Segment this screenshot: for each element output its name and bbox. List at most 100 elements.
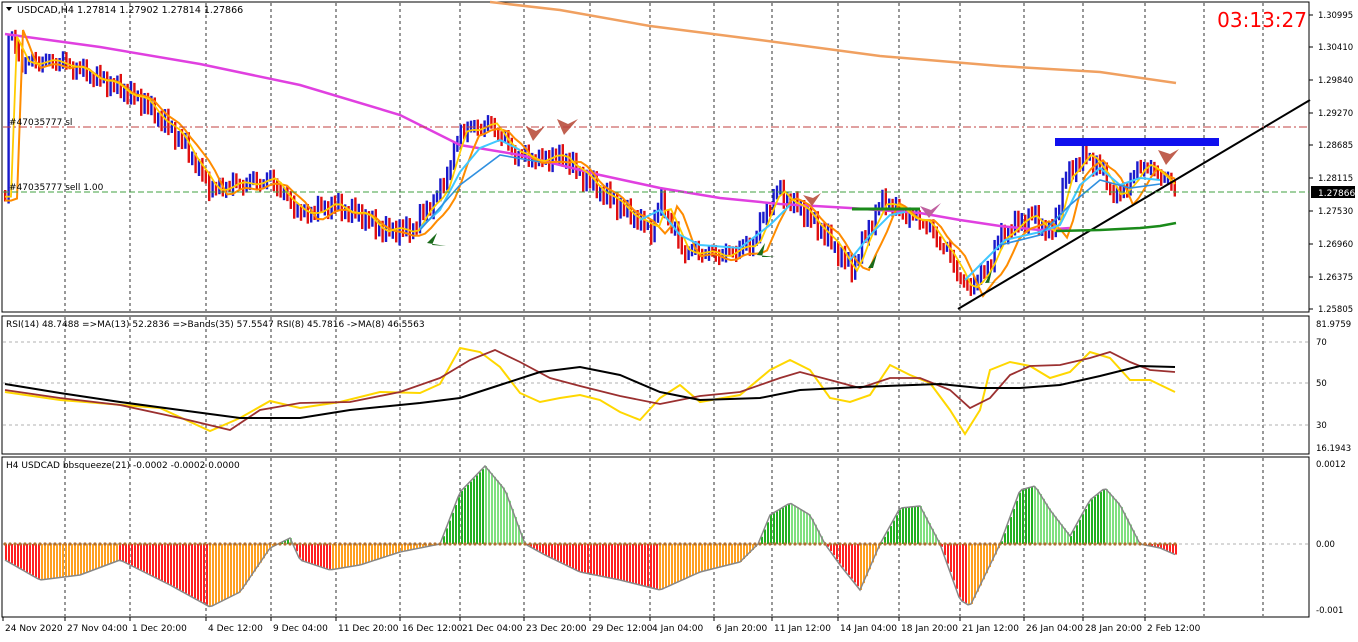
- rsi-pane[interactable]: [1, 315, 1310, 455]
- squeeze-bar: [680, 544, 682, 581]
- squeeze-bar: [632, 544, 634, 583]
- squeeze-dot: [578, 542, 582, 546]
- time-label: 21 Jan 12:00: [962, 624, 1019, 634]
- squeeze-bar: [845, 544, 847, 572]
- time-label: 16 Dec 12:00: [402, 624, 463, 634]
- time-axis[interactable]: 24 Nov 2020 27 Nov 04:00 1 Dec 20:00 4 Dec …: [2, 617, 1201, 634]
- squeeze-dot: [513, 542, 517, 546]
- squeeze-axis-label: 0.0012: [1316, 460, 1346, 470]
- squeeze-dot: [58, 542, 62, 546]
- squeeze-bar: [677, 544, 679, 583]
- squeeze-bar: [1115, 499, 1117, 544]
- time-label: 11 Dec 20:00: [338, 624, 399, 634]
- squeeze-dot: [263, 542, 267, 546]
- price-bar: [446, 166, 449, 191]
- price-bar: [962, 274, 966, 288]
- squeeze-dot: [188, 542, 192, 546]
- squeeze-dot: [713, 542, 717, 546]
- squeeze-dot: [98, 542, 102, 546]
- squeeze-bar: [326, 544, 328, 569]
- price-bar: [177, 130, 180, 147]
- squeeze-bar: [542, 544, 544, 554]
- squeeze-dot: [93, 542, 97, 546]
- squeeze-bar: [860, 544, 862, 590]
- squeeze-dot: [468, 542, 472, 546]
- price-bar: [680, 236, 683, 255]
- squeeze-dot: [988, 542, 992, 546]
- squeeze-dot: [138, 542, 142, 546]
- squeeze-bar: [644, 544, 646, 586]
- squeeze-dot: [153, 542, 157, 546]
- price-axis[interactable]: 1.30995 1.30410 1.29840 1.29270 1.28685 1.281…: [1309, 11, 1353, 616]
- price-label: 1.25805: [1318, 305, 1353, 315]
- squeeze-dot: [853, 542, 857, 546]
- squeeze-dot: [973, 542, 977, 546]
- squeeze-dot: [363, 542, 367, 546]
- squeeze-bar: [53, 544, 55, 579]
- squeeze-bar: [857, 544, 859, 587]
- squeeze-bar: [890, 526, 892, 544]
- price-bar: [1068, 161, 1071, 184]
- squeeze-dot: [463, 542, 467, 546]
- price-bar: [320, 196, 323, 212]
- price-bar: [925, 219, 928, 235]
- squeeze-dot: [293, 542, 297, 546]
- squeeze-dot: [1128, 542, 1132, 546]
- time-label: 18 Jan 20:00: [901, 624, 958, 634]
- terminal-window: #47035777 sl #47035777 sell 1.00 USDCAD,…: [0, 0, 1358, 638]
- squeeze-bar: [11, 544, 13, 564]
- squeeze-dot: [968, 542, 972, 546]
- price-bar: [1058, 204, 1061, 221]
- squeeze-bar: [362, 544, 364, 565]
- squeeze-dot: [453, 542, 457, 546]
- squeeze-bar: [971, 544, 973, 604]
- time-label: 21 Dec 04:00: [462, 624, 523, 634]
- squeeze-dot: [183, 542, 187, 546]
- squeeze-bar: [803, 510, 805, 544]
- squeeze-dot: [613, 542, 617, 546]
- squeeze-bar: [962, 544, 964, 602]
- squeeze-dot: [1108, 542, 1112, 546]
- squeeze-bar: [41, 544, 43, 580]
- squeeze-bar: [248, 544, 250, 581]
- price-bar: [1007, 225, 1010, 245]
- price-bar: [272, 169, 275, 192]
- squeeze-dot: [1173, 542, 1177, 546]
- squeeze-bar: [179, 544, 181, 590]
- squeeze-bar: [1034, 486, 1036, 544]
- chart-canvas[interactable]: #47035777 sl #47035777 sell 1.00 USDCAD,…: [0, 0, 1358, 638]
- squeeze-dot: [1123, 542, 1127, 546]
- squeeze-dot: [178, 542, 182, 546]
- squeeze-bar: [173, 544, 175, 587]
- squeeze-bar: [1166, 544, 1168, 551]
- time-label: 9 Dec 04:00: [273, 624, 328, 634]
- squeeze-bar: [779, 509, 781, 544]
- squeeze-bar: [125, 544, 127, 563]
- resistance-zone[interactable]: [1055, 138, 1219, 146]
- squeeze-dot: [208, 542, 212, 546]
- squeeze-bar: [107, 544, 109, 565]
- squeeze-bar: [671, 544, 673, 586]
- squeeze-dot: [938, 542, 942, 546]
- squeeze-bar: [590, 544, 592, 574]
- squeeze-bar: [158, 544, 160, 579]
- squeeze-dot: [1168, 542, 1172, 546]
- squeeze-dot: [768, 542, 772, 546]
- squeeze-bar: [182, 544, 184, 592]
- squeeze-bar: [566, 544, 568, 566]
- squeeze-dot: [1023, 542, 1027, 546]
- squeeze-dot: [478, 542, 482, 546]
- squeeze-axis-label: 0.00: [1316, 540, 1335, 550]
- price-bar: [1112, 184, 1115, 204]
- squeeze-bar: [731, 544, 733, 565]
- squeeze-bar: [488, 469, 490, 544]
- squeeze-bar: [596, 544, 598, 576]
- squeeze-dot: [543, 542, 547, 546]
- squeeze-bar: [455, 505, 457, 544]
- squeeze-dot: [168, 542, 172, 546]
- price-bar: [442, 177, 445, 194]
- squeeze-bar: [386, 544, 388, 557]
- squeeze-bar: [665, 544, 667, 588]
- squeeze-bar: [5, 544, 7, 560]
- squeeze-dot: [248, 542, 252, 546]
